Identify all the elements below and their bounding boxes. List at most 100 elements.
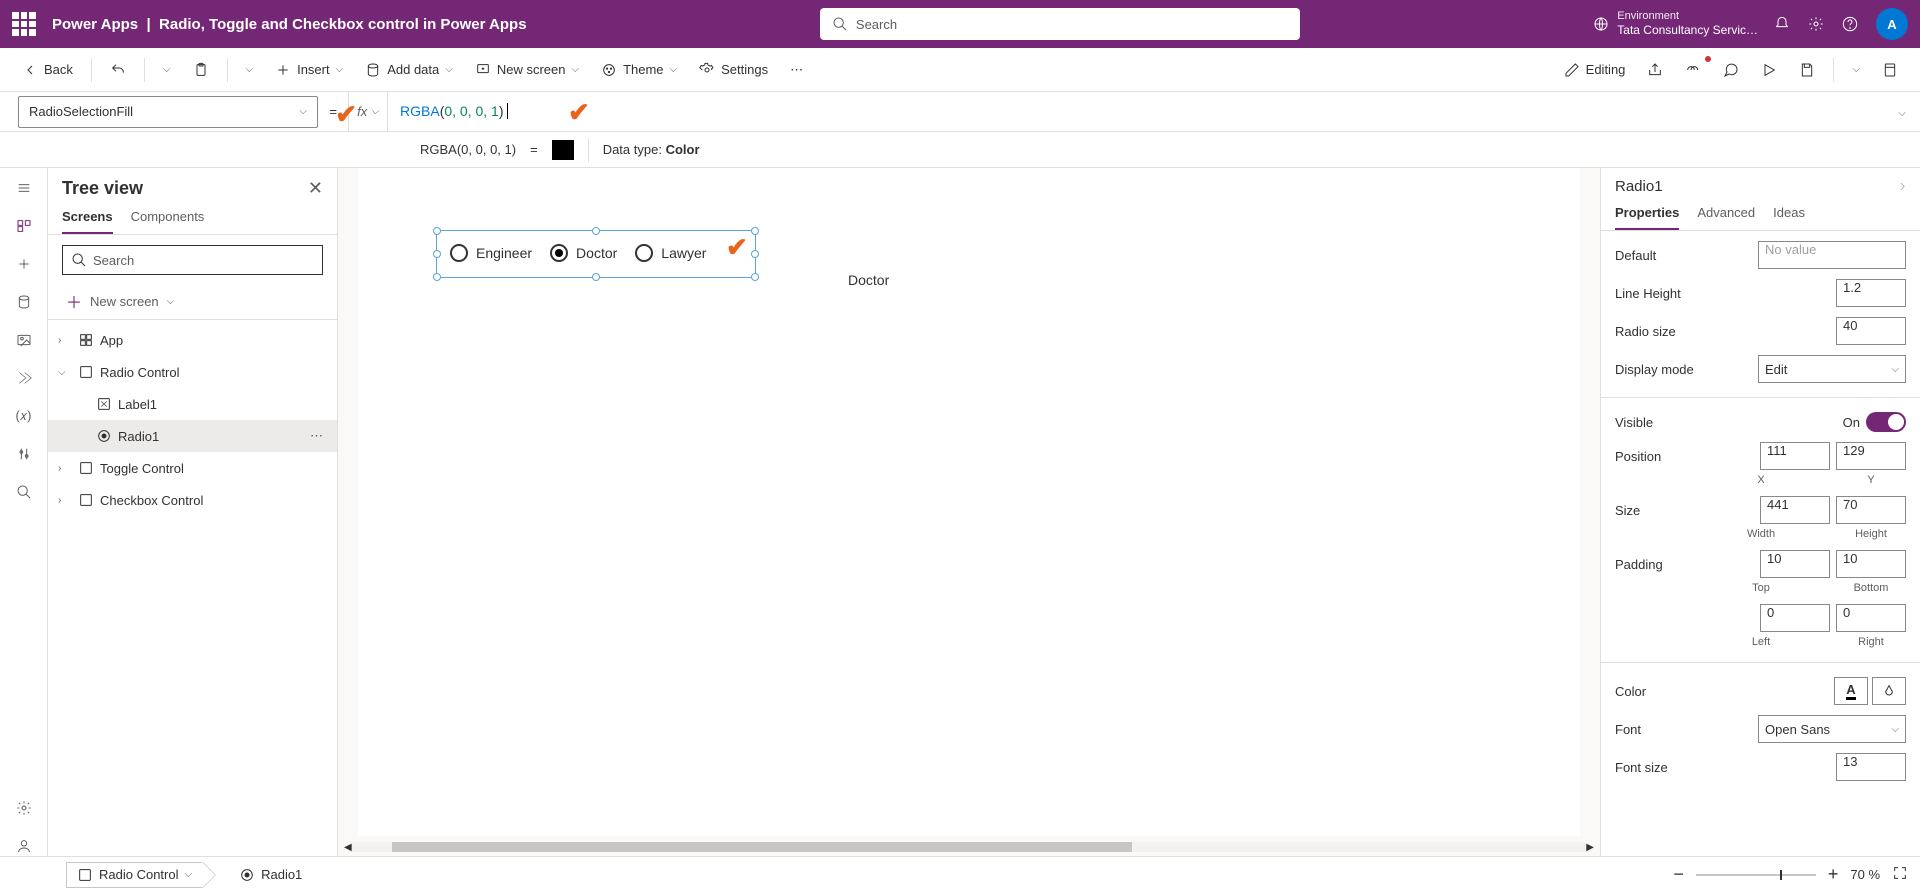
media-pane-icon[interactable] [14,330,34,350]
overflow-button[interactable]: ⋯ [782,58,811,82]
tree-node-radio1[interactable]: Radio1⋯ [48,420,337,452]
pad-bottom-input[interactable]: 10 [1836,550,1906,578]
padding-label: Padding [1615,557,1663,572]
tree-view-panel: Tree view ✕ Screens Components Search ＋ … [48,168,338,856]
font-select[interactable]: Open Sans⌵ [1758,715,1906,743]
tree-node-label1[interactable]: Label1 [48,388,337,420]
insert-button[interactable]: Insert⌵ [267,58,351,82]
next-control-icon[interactable]: ⌵ [1897,183,1908,191]
height-input[interactable]: 70 [1836,496,1906,524]
save-split[interactable]: ⌵ [1844,60,1868,79]
data-pane-icon[interactable] [14,292,34,312]
help-icon[interactable] [1842,16,1858,32]
share-button[interactable] [1639,58,1671,82]
prop-tab-ideas[interactable]: Ideas [1773,205,1805,230]
display-mode-select[interactable]: Edit⌵ [1758,355,1906,383]
notifications-icon[interactable] [1774,16,1790,32]
gear-bottom-icon[interactable] [14,798,34,818]
radio-size-input[interactable]: 40 [1836,317,1906,345]
virtual-agent-icon[interactable] [14,836,34,856]
paste-split[interactable]: ⌵ [238,60,262,79]
selected-control-name: Radio1 [1615,178,1663,195]
settings-button[interactable]: Settings [691,58,776,82]
annotation-check-1: ✔ [335,99,357,130]
power-automate-icon[interactable] [14,368,34,388]
tools-icon[interactable] [14,444,34,464]
undo-split[interactable]: ⌵ [155,60,179,79]
default-label: Default [1615,248,1656,263]
search-icon [71,252,87,268]
size-label: Size [1615,503,1640,518]
close-tree-icon[interactable]: ✕ [308,178,323,199]
app-launcher-icon[interactable] [12,12,36,36]
theme-button[interactable]: Theme⌵ [593,58,685,82]
global-search[interactable]: Search [820,8,1300,40]
breadcrumb-control[interactable]: Radio1 [229,862,312,888]
formula-result-bar: RGBA(0, 0, 0, 1) = Data type: Color [0,132,1920,168]
visible-toggle[interactable] [1866,412,1906,432]
search-pane-icon[interactable] [14,482,34,502]
canvas-h-scrollbar[interactable]: ◀ ▶ [344,840,1594,854]
fit-screen-button[interactable] [1892,865,1908,884]
pos-x-input[interactable]: 111 [1760,442,1830,470]
color-label: Color [1615,684,1646,699]
pos-y-input[interactable]: 129 [1836,442,1906,470]
new-screen-button[interactable]: New screen⌵ [467,58,587,82]
insert-pane-icon[interactable] [14,254,34,274]
breadcrumb-screen[interactable]: Radio Control⌵ [66,862,203,888]
line-height-input[interactable]: 1.2 [1836,279,1906,307]
save-button[interactable] [1791,58,1823,82]
tree-node-radio-screen[interactable]: ⌵Radio Control [48,356,337,388]
search-icon [832,16,848,32]
property-selector[interactable]: RadioSelectionFill ⌵ ✔ [18,96,318,128]
fill-color-button[interactable] [1872,677,1906,705]
command-bar: Back ⌵ ⌵ Insert⌵ Add data⌵ New screen⌵ T… [0,48,1920,92]
pad-left-input[interactable]: 0 [1760,604,1830,632]
publish-button[interactable] [1874,58,1906,82]
font-size-label: Font size [1615,760,1668,775]
formula-input[interactable]: RGBA(0, 0, 0, 1) ✔ [388,103,1884,120]
editing-mode[interactable]: Editing [1556,58,1634,82]
pad-right-input[interactable]: 0 [1836,604,1906,632]
prop-tab-advanced[interactable]: Advanced [1697,205,1755,230]
annotation-check-2: ✔ [568,97,590,128]
settings-gear-icon[interactable] [1808,16,1824,32]
tree-node-toggle-screen[interactable]: ›Toggle Control [48,452,337,484]
position-label: Position [1615,449,1661,464]
zoom-in-button[interactable]: + [1828,864,1839,885]
user-avatar[interactable]: A [1876,8,1908,40]
zoom-slider[interactable] [1696,874,1816,876]
tree-search[interactable]: Search [62,245,323,275]
formula-expand[interactable]: ⌵ [1884,104,1920,119]
preview-button[interactable] [1753,58,1785,82]
radio1-control[interactable]: Engineer Doctor Lawyer [450,244,706,262]
bottom-bar: Radio Control⌵ Radio1 − + 70 % [0,856,1920,892]
top-bar: Power Apps | Radio, Toggle and Checkbox … [0,0,1920,48]
font-size-input[interactable]: 13 [1836,753,1906,781]
comments-button[interactable] [1715,58,1747,82]
environment-picker[interactable]: Environment Tata Consultancy Servic… [1593,10,1758,38]
tree-node-checkbox-screen[interactable]: ›Checkbox Control [48,484,337,516]
paste-button[interactable] [185,58,217,82]
app-checker-button[interactable] [1677,58,1709,82]
tab-components[interactable]: Components [131,209,205,234]
label1-control[interactable]: Doctor [848,272,889,288]
pad-top-input[interactable]: 10 [1760,550,1830,578]
tree-node-app[interactable]: ›App [48,324,337,356]
tree-node-more-icon[interactable]: ⋯ [310,428,325,444]
default-input[interactable]: No value [1758,241,1906,269]
width-input[interactable]: 441 [1760,496,1830,524]
app-title: Power Apps | Radio, Toggle and Checkbox … [52,16,527,33]
tab-screens[interactable]: Screens [62,209,113,234]
prop-tab-properties[interactable]: Properties [1615,205,1679,230]
back-button[interactable]: Back [14,58,81,82]
zoom-out-button[interactable]: − [1673,864,1684,885]
tree-view-icon[interactable] [14,216,34,236]
undo-button[interactable] [102,58,134,82]
canvas-area[interactable]: Engineer Doctor Lawyer ✔ Doctor ◀ ▶ [338,168,1600,856]
variables-icon[interactable]: (𝑥) [14,406,34,426]
tree-new-screen[interactable]: ＋ New screen ⌵ [48,285,337,319]
add-data-button[interactable]: Add data⌵ [357,58,461,82]
hamburger-icon[interactable] [14,178,34,198]
font-color-button[interactable]: A [1834,677,1868,705]
